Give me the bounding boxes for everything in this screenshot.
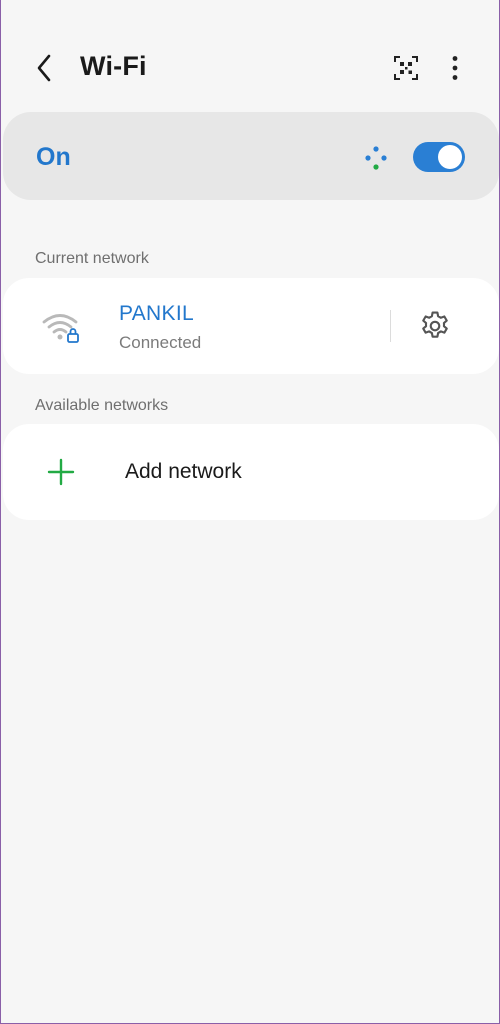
divider (390, 310, 391, 342)
toggle-knob (438, 145, 462, 169)
qr-code-icon (394, 56, 418, 80)
network-status: Connected (119, 333, 202, 352)
app-header: Wi-Fi (1, 38, 500, 98)
wifi-master-switch[interactable]: On (3, 112, 499, 200)
available-networks-header: Available networks (35, 397, 169, 414)
more-vertical-icon (452, 56, 458, 80)
wifi-state-label: On (36, 143, 71, 171)
current-network-card[interactable]: PANKIL Connected (3, 278, 499, 374)
network-settings-button[interactable] (415, 306, 455, 346)
network-name: PANKIL (119, 302, 194, 325)
wifi-lock-icon (42, 314, 79, 343)
add-network-button[interactable]: Add network (3, 424, 499, 520)
plus-icon (47, 458, 75, 486)
page-title: Wi-Fi (80, 51, 147, 81)
more-options-button[interactable] (439, 51, 471, 85)
gear-icon (422, 311, 448, 338)
current-network-header: Current network (35, 250, 149, 267)
back-button[interactable] (27, 50, 63, 86)
qr-code-button[interactable] (389, 51, 423, 85)
back-arrow-icon (37, 54, 51, 82)
intelligent-wifi-icon[interactable] (363, 145, 389, 171)
wifi-toggle[interactable] (413, 142, 465, 172)
add-network-label: Add network (125, 460, 242, 483)
